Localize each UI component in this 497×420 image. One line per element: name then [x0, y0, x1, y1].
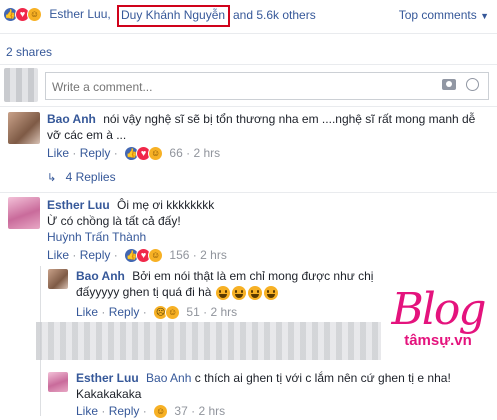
censored-content — [36, 322, 381, 360]
reactor-name-duy-khanh[interactable]: Duy Khánh Nguyễn — [121, 8, 225, 22]
timestamp[interactable]: 2 hrs — [200, 248, 227, 262]
separator: · — [186, 146, 191, 160]
like-button[interactable]: Like — [76, 404, 98, 418]
replies-count[interactable]: 4 Replies — [66, 170, 116, 184]
sort-comments-dropdown[interactable]: Top comments ▼ — [399, 8, 489, 22]
haha-reaction-icon: ☺ — [148, 146, 164, 162]
reply-bao-anh: Bao Anh Bởi em nói thật là em chỉ mong đ… — [76, 268, 381, 300]
current-user-avatar — [4, 68, 38, 102]
comment-text: nói vậy nghệ sĩ sẽ bị tổn thương nha em … — [47, 112, 476, 142]
timestamp[interactable]: 2 hrs — [198, 404, 225, 418]
crying-emoji-icon — [231, 285, 246, 300]
comment-composer[interactable] — [45, 72, 489, 101]
esther-luu-avatar[interactable] — [48, 372, 68, 392]
comment-actions: Like · Reply · 👍 ♥ ☺ 156 · 2 hrs — [47, 248, 227, 264]
reaction-icons[interactable]: ☺ — [153, 404, 169, 420]
reaction-count[interactable]: 156 — [169, 248, 189, 262]
reply-button[interactable]: Reply — [109, 404, 140, 418]
like-button[interactable]: Like — [76, 305, 98, 319]
separator: · — [203, 305, 208, 319]
haha-reaction-icon: ☺ — [27, 7, 42, 23]
like-button[interactable]: Like — [47, 146, 69, 160]
comment-bao-anh: Bao Anh nói vậy nghệ sĩ sẽ bị tổn thương… — [47, 111, 487, 143]
comment-esther-luu: Esther Luu Ôi mẹ ơi kkkkkkkk Ừ có chồng … — [47, 197, 487, 245]
crying-emoji-group — [215, 285, 279, 300]
reactor-name-esther[interactable]: Esther Luu, — [49, 7, 110, 21]
reply-author[interactable]: Esther Luu — [76, 371, 139, 385]
camera-icon[interactable] — [442, 79, 456, 90]
comment-input[interactable] — [46, 73, 418, 101]
emoji-icon[interactable] — [466, 78, 479, 91]
sort-label: Top comments — [398, 8, 477, 22]
divider — [0, 64, 497, 65]
haha-reaction-icon: ☺ — [165, 305, 181, 321]
separator: · — [101, 404, 106, 418]
chevron-down-icon: ▼ — [480, 11, 489, 21]
reply-button[interactable]: Reply — [80, 146, 111, 160]
separator: · — [72, 248, 77, 262]
divider — [0, 33, 497, 34]
comment-text-line2: Ừ có chồng là tất cả đấy! — [47, 214, 181, 228]
divider — [0, 192, 497, 193]
separator: · — [72, 146, 77, 160]
mentioned-user[interactable]: Huỳnh Trấn Thành — [47, 230, 146, 244]
reply-actions: Like · Reply · ☹ ☺ 51 · 2 hrs — [76, 305, 237, 321]
separator: · — [191, 404, 196, 418]
reply-arrow-icon: ↳ — [47, 172, 57, 184]
crying-emoji-icon — [263, 285, 278, 300]
reaction-count[interactable]: 51 — [186, 305, 199, 319]
timestamp[interactable]: 2 hrs — [193, 146, 220, 160]
reaction-icons[interactable]: 👍 ♥ ☺ — [124, 248, 164, 264]
shares-link[interactable]: 2 shares — [6, 45, 52, 59]
reaction-icons[interactable]: ☹ ☺ — [153, 305, 181, 321]
haha-reaction-icon: ☺ — [153, 404, 169, 420]
separator: · — [101, 305, 106, 319]
reply-text: c thích ai ghen tị với c lắm nên cứ ghen… — [194, 371, 451, 385]
crying-emoji-icon — [215, 285, 230, 300]
blog-watermark-logo: Blog tâmsự.vn — [382, 288, 494, 356]
reaction-icons[interactable]: 👍 ♥ ☺ — [124, 146, 164, 162]
timestamp[interactable]: 2 hrs — [210, 305, 237, 319]
like-button[interactable]: Like — [47, 248, 69, 262]
reply-esther-luu: Esther Luu Bao Anh c thích ai ghen tị vớ… — [76, 370, 491, 402]
separator: · — [142, 404, 147, 418]
bao-anh-avatar[interactable] — [48, 269, 68, 289]
reply-text-line2: Kakakakaka — [76, 387, 142, 401]
separator: · — [113, 248, 118, 262]
reply-button[interactable]: Reply — [80, 248, 111, 262]
reactions-summary: 👍 ♥ ☺ Esther Luu, — [3, 7, 111, 25]
reply-button[interactable]: Reply — [109, 305, 140, 319]
reaction-count[interactable]: 66 — [169, 146, 182, 160]
reply-author[interactable]: Bao Anh — [76, 269, 125, 283]
haha-reaction-icon: ☺ — [148, 248, 164, 264]
separator: · — [192, 248, 197, 262]
separator: · — [113, 146, 118, 160]
comment-author[interactable]: Bao Anh — [47, 112, 96, 126]
divider — [0, 106, 497, 107]
crying-emoji-icon — [247, 285, 262, 300]
view-replies-link[interactable]: ↳ 4 Replies — [47, 170, 116, 184]
esther-luu-avatar[interactable] — [8, 197, 40, 229]
mentioned-user[interactable]: Bao Anh — [146, 371, 191, 385]
comment-author[interactable]: Esther Luu — [47, 198, 110, 212]
reaction-count[interactable]: 37 — [174, 404, 187, 418]
comment-actions: Like · Reply · 👍 ♥ ☺ 66 · 2 hrs — [47, 146, 220, 162]
separator: · — [142, 305, 147, 319]
comment-text-line1: Ôi mẹ ơi kkkkkkkk — [117, 198, 215, 212]
reactions-others-link[interactable]: and 5.6k others — [233, 8, 316, 22]
reply-actions: Like · Reply · ☺ 37 · 2 hrs — [76, 404, 225, 420]
watermark-logo-text: Blog — [391, 284, 486, 335]
bao-anh-avatar[interactable] — [8, 112, 40, 144]
